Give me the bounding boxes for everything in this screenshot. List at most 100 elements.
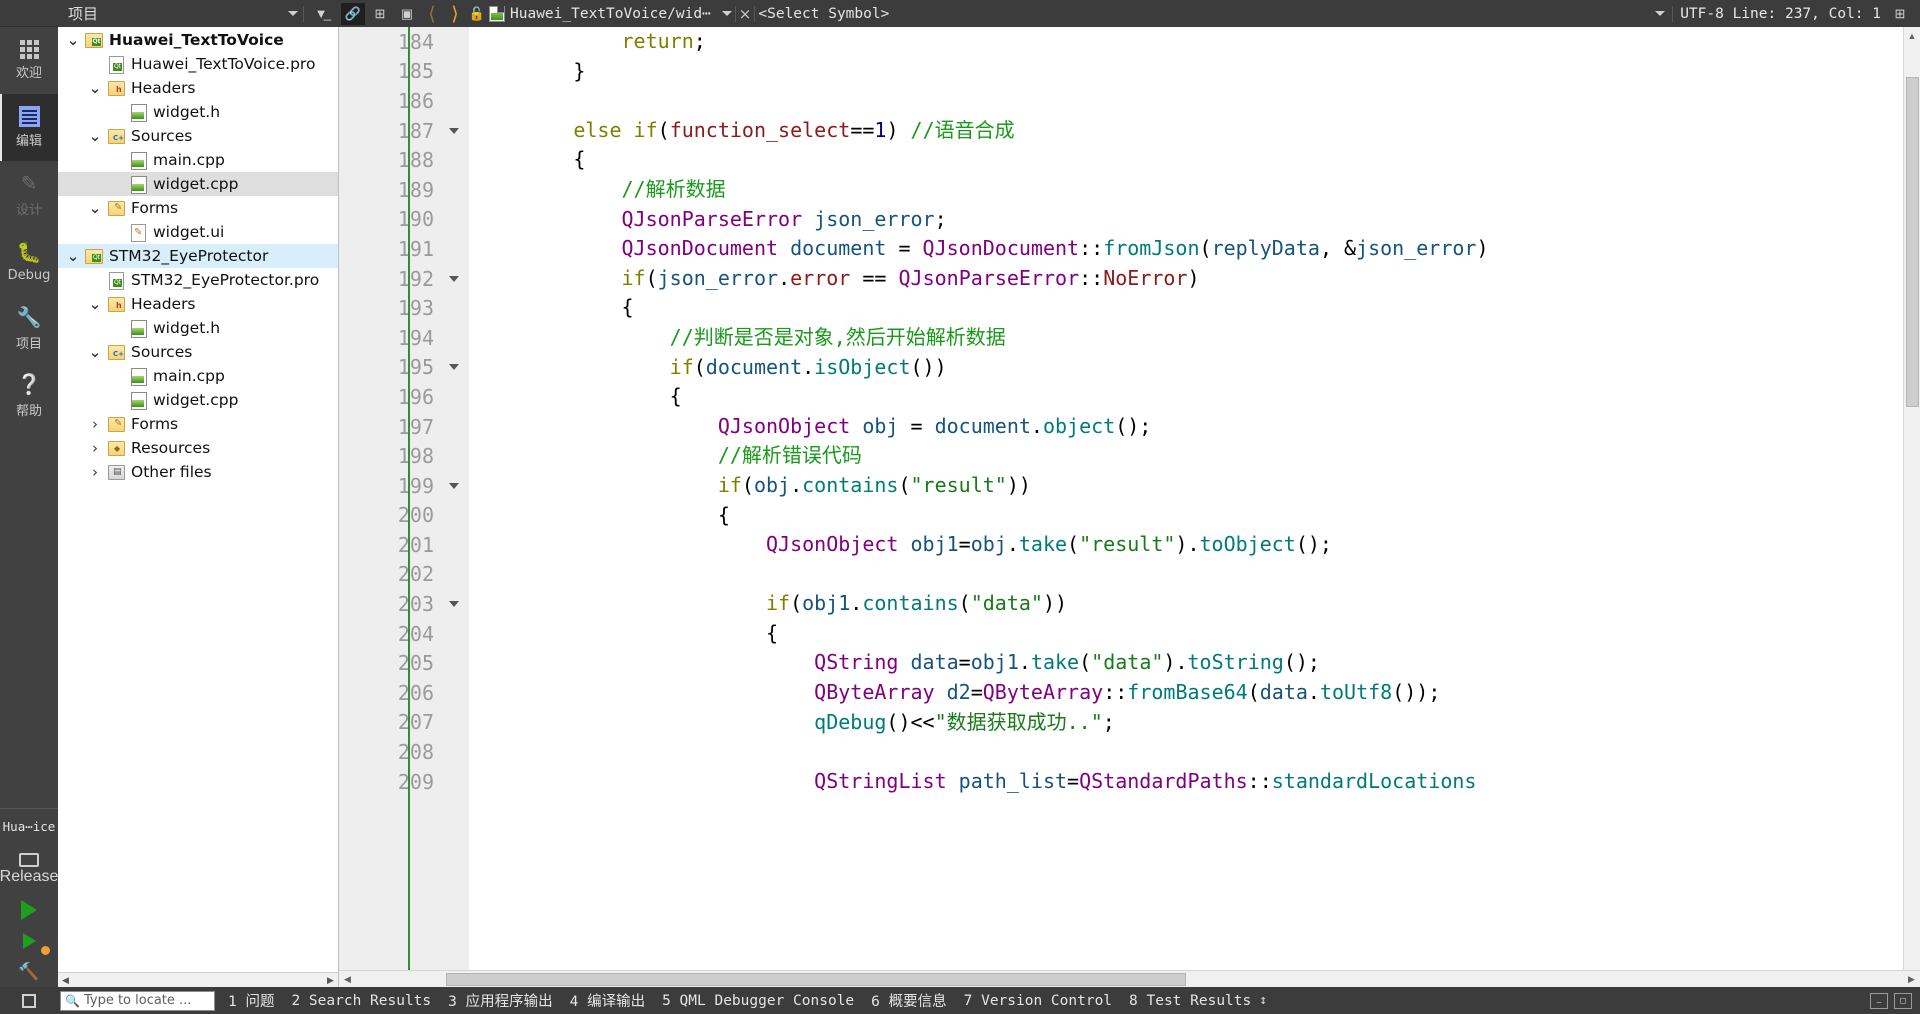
chevron-down-icon[interactable]	[84, 201, 106, 216]
nav-forward-icon[interactable]: ⟩	[445, 3, 465, 25]
debug-button[interactable]	[0, 925, 58, 956]
symbol-selector[interactable]: <Select Symbol>	[758, 6, 889, 22]
scroll-left-icon[interactable]: ◀	[59, 974, 72, 987]
code-token: json_error	[1356, 236, 1476, 260]
encoding-dropdown-icon[interactable]	[1655, 11, 1665, 16]
output-pane-button[interactable]: 3 应用程序输出	[448, 990, 552, 1011]
tree-item-resources[interactable]: Resources	[58, 436, 338, 460]
tree-item-main-cpp[interactable]: main.cpp	[58, 148, 338, 172]
build-button[interactable]: 🔨	[0, 956, 58, 987]
tree-item-other-files[interactable]: Other files	[58, 460, 338, 484]
tree-item-sources[interactable]: Sources	[58, 340, 338, 364]
fold-marker-icon[interactable]	[439, 589, 469, 619]
editor-horizontal-scrollbar[interactable]: ◀ ▶	[339, 970, 1920, 987]
mode-help[interactable]: ❔ 帮助	[0, 362, 58, 429]
locator-input[interactable]: 🔍 Type to locate ...	[60, 991, 215, 1011]
minimize-pane-icon[interactable]: ⚊	[1870, 993, 1888, 1009]
output-pane-button[interactable]: 2 Search Results	[291, 993, 431, 1009]
fold-marker-column[interactable]	[439, 27, 469, 970]
scroll-up-icon[interactable]: ▲	[1904, 27, 1920, 44]
chevron-right-icon[interactable]	[84, 441, 106, 456]
tree-item-stm32-eyeprotector[interactable]: STM32_EyeProtector	[58, 244, 338, 268]
horizontal-scroll-track[interactable]	[356, 971, 1903, 988]
fold-marker-icon[interactable]	[439, 116, 469, 146]
tree-item-widget-ui[interactable]: widget.ui	[58, 220, 338, 244]
output-pane-button[interactable]: 5 QML Debugger Console	[662, 993, 854, 1009]
nav-back-icon[interactable]: ⟨	[422, 3, 442, 25]
scroll-right-icon[interactable]: ▶	[1903, 971, 1920, 988]
tree-item-widget-cpp[interactable]: widget.cpp	[58, 172, 338, 196]
chevron-down-icon[interactable]	[84, 297, 106, 312]
fold-marker-icon[interactable]	[439, 264, 469, 294]
fold-marker-icon[interactable]	[439, 353, 469, 383]
mode-design[interactable]: ✎ 设计	[0, 161, 58, 228]
divider	[303, 6, 304, 22]
chevron-right-icon[interactable]	[84, 465, 106, 480]
tree-item-forms[interactable]: Forms	[58, 196, 338, 220]
unlocked-icon[interactable]: 🔓	[468, 6, 486, 22]
scroll-left-icon[interactable]: ◀	[339, 971, 356, 988]
tree-item-widget-cpp[interactable]: widget.cpp	[58, 388, 338, 412]
output-pane-button[interactable]: 7 Version Control	[964, 993, 1112, 1009]
kit-project-row[interactable]: Hua⋯ice	[0, 808, 58, 844]
open-file-dropdown-icon[interactable]	[722, 11, 732, 16]
line-number: 209	[339, 767, 439, 797]
mode-debug[interactable]: 🐛 Debug	[0, 228, 58, 295]
mode-edit[interactable]: 编辑	[0, 94, 58, 161]
close-split-icon[interactable]: ▣	[395, 3, 419, 25]
link-icon[interactable]: 🔗	[341, 3, 365, 25]
tree-item-label: Forms	[130, 199, 178, 217]
maximize-pane-icon[interactable]: □	[1894, 993, 1912, 1009]
code-token: object	[1043, 414, 1115, 438]
code-token: QStandardPaths	[1079, 769, 1248, 793]
chevron-down-icon[interactable]	[288, 11, 298, 16]
open-file-chip[interactable]: Huawei_TextToVoice/wid⋯	[489, 6, 711, 22]
output-pane-button[interactable]: 8 Test Results	[1129, 993, 1251, 1009]
split-horizontal-icon[interactable]: ⊞	[368, 3, 392, 25]
chevron-right-icon[interactable]	[84, 417, 106, 432]
output-pane-button[interactable]: 6 概要信息	[871, 990, 946, 1011]
project-tree-list[interactable]: Huawei_TextToVoiceHuawei_TextToVoice.pro…	[58, 27, 338, 972]
tree-item-widget-h[interactable]: widget.h	[58, 316, 338, 340]
tree-item-stm32-eyeprotector-pro[interactable]: STM32_EyeProtector.pro	[58, 268, 338, 292]
code-token: QJsonObject	[766, 532, 898, 556]
chevron-down-icon[interactable]	[84, 345, 106, 360]
tree-item-main-cpp[interactable]: main.cpp	[58, 364, 338, 388]
fold-marker-icon[interactable]	[439, 471, 469, 501]
tree-horizontal-scrollbar[interactable]: ◀ ▶	[58, 972, 338, 987]
mode-welcome[interactable]: 欢迎	[0, 27, 58, 94]
line-number: 207	[339, 708, 439, 738]
code-token: ==	[850, 266, 898, 290]
horizontal-scroll-thumb[interactable]	[446, 973, 1186, 986]
code-token: {	[477, 621, 778, 645]
code-text-area[interactable]: return; } else if(function_select==1) //…	[469, 27, 1903, 970]
code-line: QJsonObject obj1=obj.take("result").toOb…	[469, 530, 1903, 560]
output-pane-toggle-button[interactable]	[0, 987, 58, 1014]
kit-buildconfig-row[interactable]: Release	[0, 844, 58, 894]
tree-item-headers[interactable]: Headers	[58, 76, 338, 100]
chevron-down-icon[interactable]	[84, 81, 106, 96]
mode-projects[interactable]: 🔧 项目	[0, 295, 58, 362]
editor-vertical-scrollbar[interactable]: ▲	[1903, 27, 1920, 970]
source-file-icon	[128, 103, 148, 121]
tree-item-sources[interactable]: Sources	[58, 124, 338, 148]
tree-item-huawei-texttovoice-pro[interactable]: Huawei_TextToVoice.pro	[58, 52, 338, 76]
output-pane-button[interactable]: 1 问题	[228, 990, 274, 1011]
tree-item-headers[interactable]: Headers	[58, 292, 338, 316]
chevron-down-icon[interactable]	[62, 33, 84, 48]
line-number: 188	[339, 145, 439, 175]
run-button[interactable]	[0, 894, 58, 925]
vertical-scroll-thumb[interactable]	[1906, 77, 1919, 407]
split-add-icon[interactable]: ⊞	[1888, 3, 1912, 25]
filter-icon[interactable]: ▼̲	[309, 3, 333, 25]
chevron-down-icon[interactable]	[84, 129, 106, 144]
tree-item-huawei-texttovoice[interactable]: Huawei_TextToVoice	[58, 28, 338, 52]
output-pane-button[interactable]: 4 编译输出	[570, 990, 645, 1011]
chevron-down-icon[interactable]	[62, 249, 84, 264]
tree-item-forms[interactable]: Forms	[58, 412, 338, 436]
close-file-button[interactable]: ×	[739, 5, 752, 23]
up-down-arrows-icon[interactable]: ↕	[1259, 993, 1267, 1008]
scroll-right-icon[interactable]: ▶	[324, 974, 337, 987]
code-token	[477, 650, 814, 674]
tree-item-widget-h[interactable]: widget.h	[58, 100, 338, 124]
